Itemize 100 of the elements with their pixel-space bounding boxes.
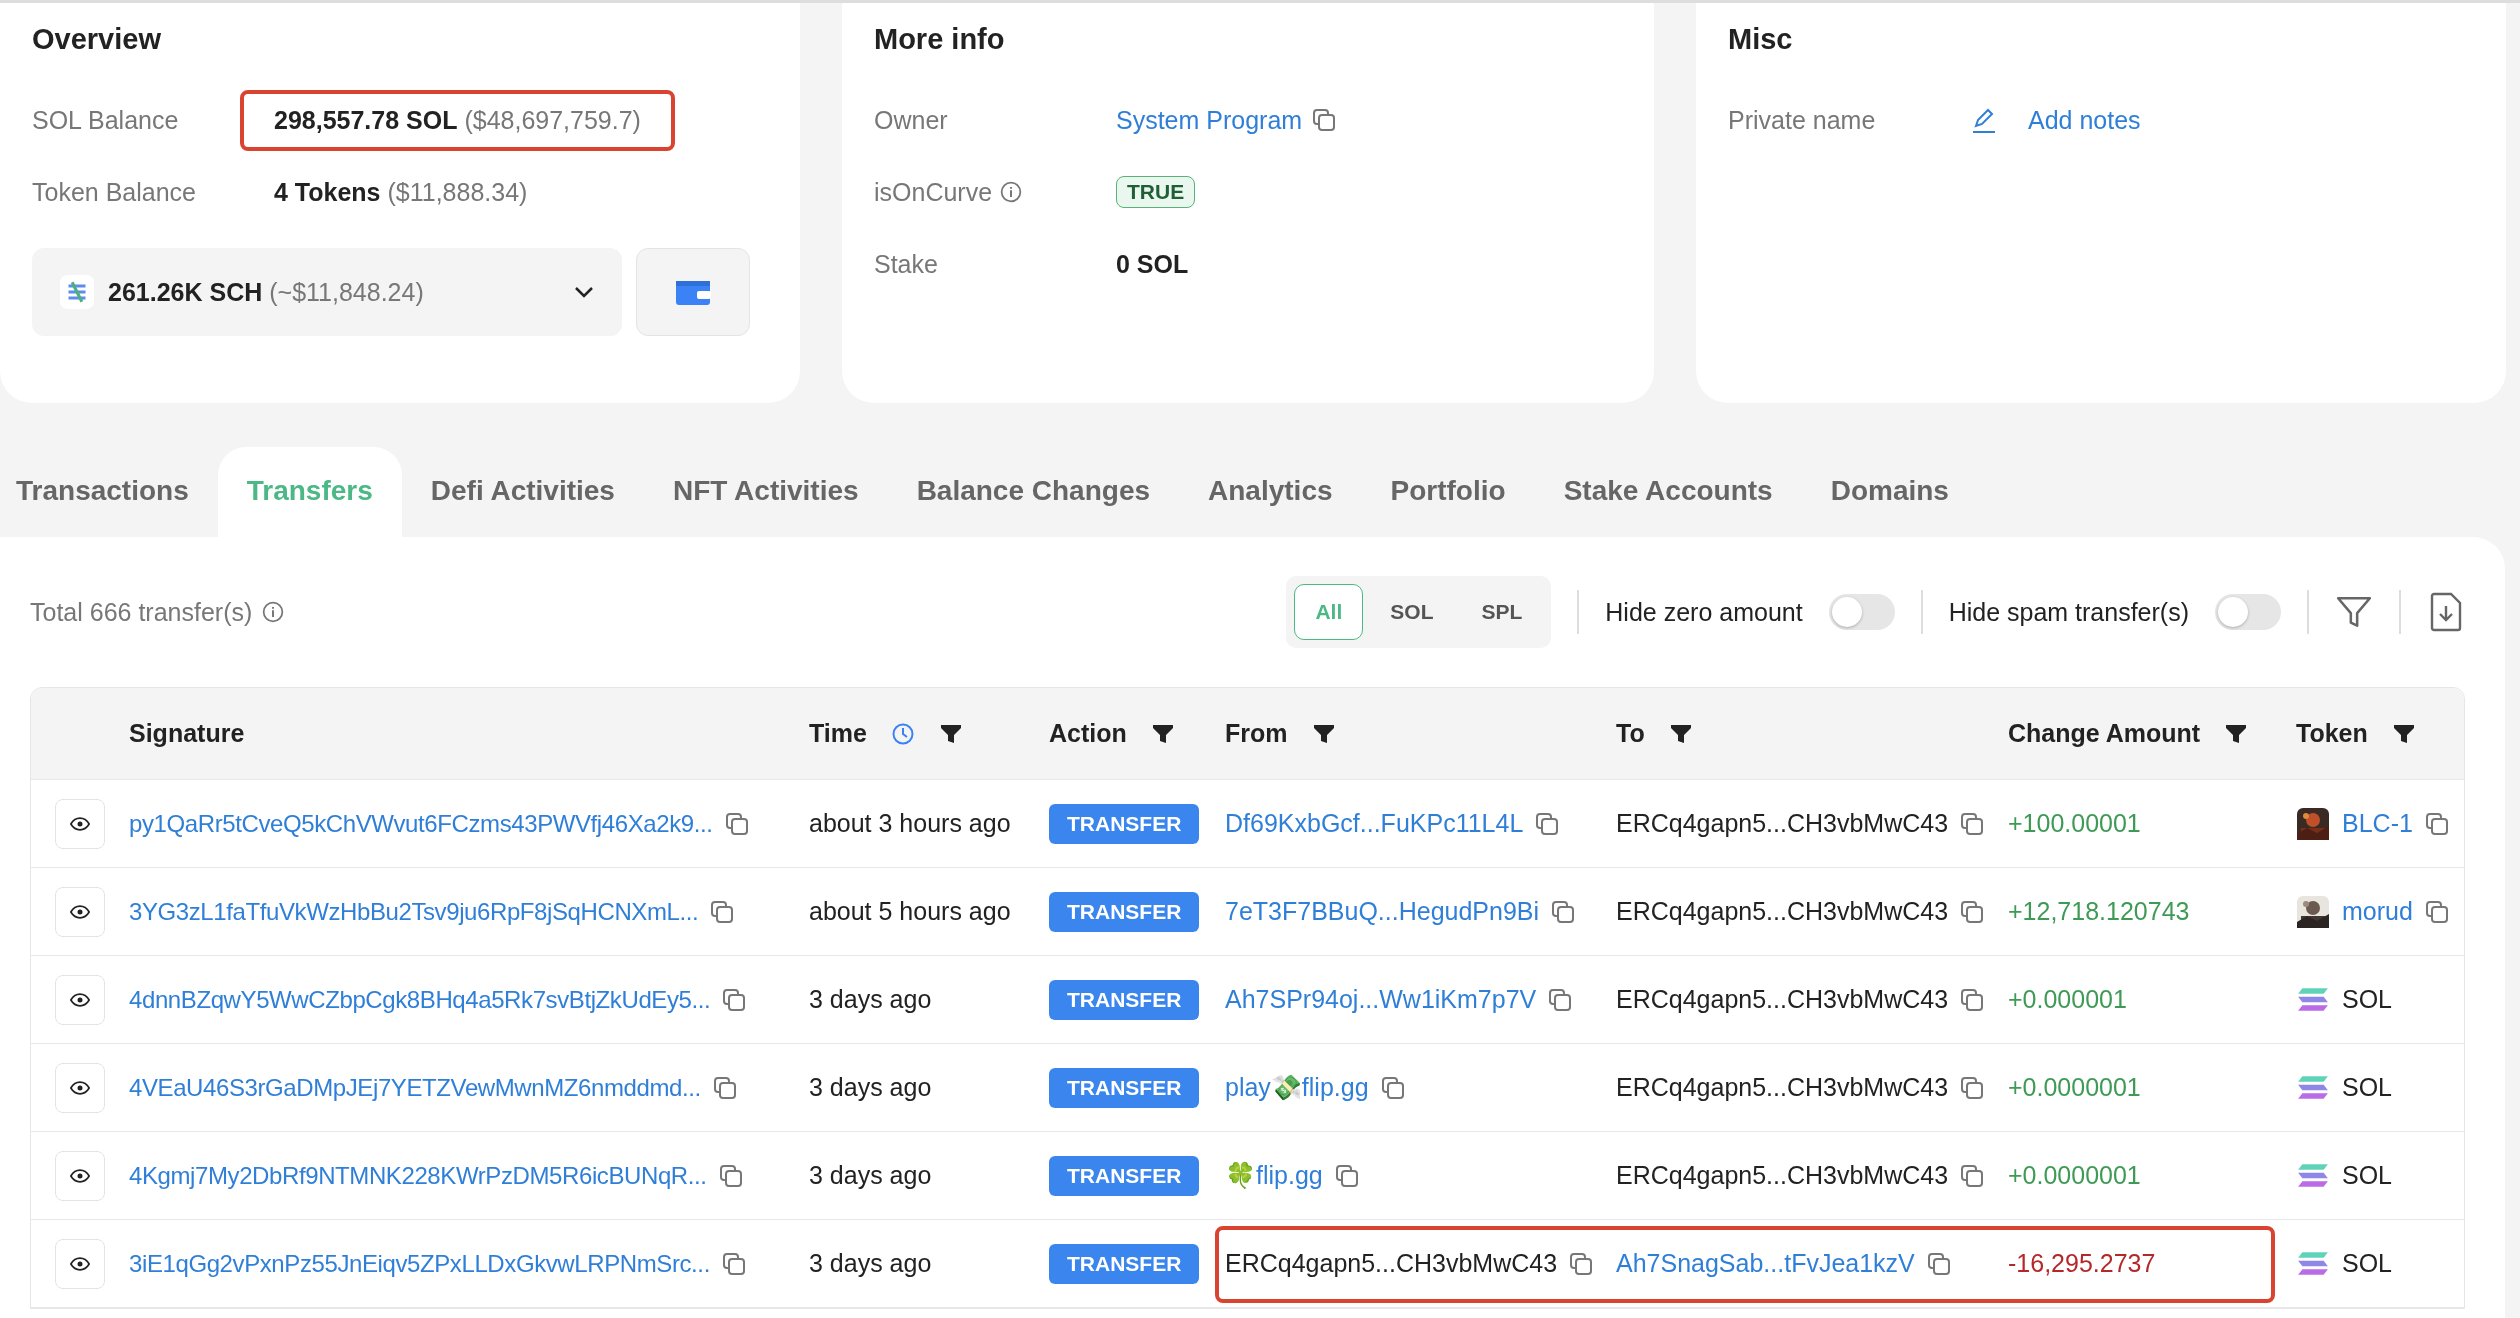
pencil-icon[interactable] [1970,106,1998,134]
card-title: Misc [1728,23,1794,56]
eye-icon [70,816,90,831]
amount-cell: -16,295.2737 [2008,1249,2156,1278]
column-header[interactable]: Change Amount [2008,719,2249,748]
view-button[interactable] [55,1150,105,1201]
column-header[interactable]: From [1225,719,1336,748]
column-header[interactable]: Time [809,719,963,748]
address-text: ERCq4gapn5...CH3vbMwC43 [1616,1161,1949,1190]
owner-link[interactable]: System Program [1116,105,1303,135]
tab[interactable]: Balance Changes [887,447,1180,537]
copy-icon[interactable] [1535,811,1560,836]
copy-icon[interactable] [1960,1163,1985,1188]
clock-icon[interactable] [890,721,915,746]
view-button[interactable] [55,974,105,1025]
address-link[interactable]: Df69KxbGcf...FuKPc11L4L [1225,809,1524,838]
copy-icon[interactable] [1312,108,1337,132]
signature-link[interactable]: 4dnnBZqwY5WwCZbpCgk8BHq4a5Rk7svBtjZkUdEy5... [129,985,711,1014]
address-link[interactable]: Ah7SPr94oj...Ww1iKm7p7V [1225,985,1537,1014]
view-button[interactable] [55,798,105,849]
view-button[interactable] [55,1062,105,1113]
tab[interactable]: Transactions [0,447,218,537]
wallet-button[interactable] [636,248,750,336]
copy-icon[interactable] [722,987,747,1012]
copy-icon[interactable] [1551,899,1576,924]
tab[interactable]: Domains [1801,447,1978,537]
token-link[interactable]: morud [2342,897,2413,926]
copy-icon[interactable] [1960,899,1985,924]
address-text: ERCq4gapn5...CH3vbMwC43 [1616,897,1949,926]
action-badge: TRANSFER [1049,1067,1200,1108]
tab[interactable]: NFT Activities [643,447,888,537]
column-header[interactable]: Signature [129,719,245,748]
column-header[interactable]: Action [1049,719,1175,748]
token-link[interactable]: BLC-1 [2342,809,2413,838]
column-header[interactable]: To [1616,719,1693,748]
copy-icon[interactable] [2424,811,2449,836]
signature-link[interactable]: 3YG3zL1faTfuVkWzHbBu2Tsv9ju6RpF8jSqHCNXmL... [129,897,699,926]
eye-icon [70,1256,90,1271]
eye-icon [70,904,90,919]
time-cell: about 3 hours ago [809,809,1011,838]
add-notes-link[interactable]: Add notes [2028,105,2141,135]
copy-icon[interactable] [724,811,749,836]
address-text: ERCq4gapn5...CH3vbMwC43 [1225,1249,1558,1278]
type-option[interactable]: SPL [1460,584,1544,640]
field-label: Stake [874,249,938,279]
type-option[interactable]: SOL [1369,584,1455,640]
signature-link[interactable]: 3iE1qGg2vPxnPz55JnEiqv5ZPxLLDxGkvwLRPNmSrc... [129,1249,710,1278]
toggle-switch[interactable] [1828,594,1895,630]
amount-cell: +12,718.120743 [2008,897,2190,926]
copy-icon[interactable] [1960,1075,1985,1100]
copy-icon[interactable] [1334,1163,1359,1188]
signature-link[interactable]: 4VEaU46S3rGaDMpJEj7YETZVewMwnMZ6nmddmd... [129,1073,701,1102]
signature-link[interactable]: 4Kgmj7My2DbRf9NTMNK228KWrPzDM5R6icBUNqR... [129,1161,707,1190]
action-badge: TRANSFER [1049,891,1200,932]
tab[interactable]: Stake Accounts [1534,447,1802,537]
card-title: More info [874,23,1006,56]
address-link[interactable]: Ah7SnagSab...tFvJea1kzV [1616,1249,1915,1278]
field-label: Owner [874,105,948,135]
time-cell: about 5 hours ago [809,897,1011,926]
copy-icon[interactable] [2424,899,2449,924]
token-name: SOL [2342,1249,2393,1278]
amount-cell: +0.0000001 [2008,1161,2141,1190]
token-dropdown[interactable]: 261.26K SCH (~$11,848.24) [32,248,622,336]
status-badge: TRUE [1116,176,1196,208]
copy-icon[interactable] [1926,1251,1951,1276]
tab[interactable]: Analytics [1179,447,1362,537]
token-name: SOL [2342,1161,2393,1190]
address-text: ERCq4gapn5...CH3vbMwC43 [1616,1073,1949,1102]
address-text: ERCq4gapn5...CH3vbMwC43 [1616,985,1949,1014]
copy-icon[interactable] [1569,1251,1594,1276]
toggle-label: Hide spam transfer(s) [1948,597,2189,627]
eye-icon [70,1080,90,1095]
amount-cell: +0.0000001 [2008,1073,2141,1102]
time-cell: 3 days ago [809,1161,932,1190]
toggle-switch[interactable] [2215,594,2281,630]
copy-icon[interactable] [1380,1075,1405,1100]
time-cell: 3 days ago [809,1073,932,1102]
info-icon [262,601,285,623]
copy-icon[interactable] [1960,987,1985,1012]
eye-icon [70,1168,90,1183]
copy-icon[interactable] [1960,811,1985,836]
tab[interactable]: Portfolio [1361,447,1535,537]
address-link[interactable]: 7eT3F7BBuQ...HegudPn9Bi [1225,897,1540,926]
stake-value: 0 SOL [1116,249,1189,279]
action-badge: TRANSFER [1049,1155,1200,1196]
copy-icon[interactable] [710,899,735,924]
address-link[interactable]: play💸flip.gg [1225,1073,1369,1102]
copy-icon[interactable] [721,1251,746,1276]
copy-icon[interactable] [718,1163,743,1188]
balance-value: 298,557.78 SOL ($48,697,759.7) [240,89,675,151]
chevron-down-icon [574,286,594,298]
copy-icon[interactable] [1548,987,1573,1012]
column-header[interactable]: Token [2296,719,2416,748]
view-button[interactable] [55,886,105,937]
view-button[interactable] [55,1238,105,1289]
amount-cell: +100.00001 [2008,809,2141,838]
tab[interactable]: Defi Activities [401,447,644,537]
signature-link[interactable]: py1QaRr5tCveQ5kChVWvut6FCzms43PWVfj46Xa2k9... [129,809,713,838]
copy-icon[interactable] [712,1075,737,1100]
address-link[interactable]: 🍀flip.gg [1225,1161,1323,1190]
